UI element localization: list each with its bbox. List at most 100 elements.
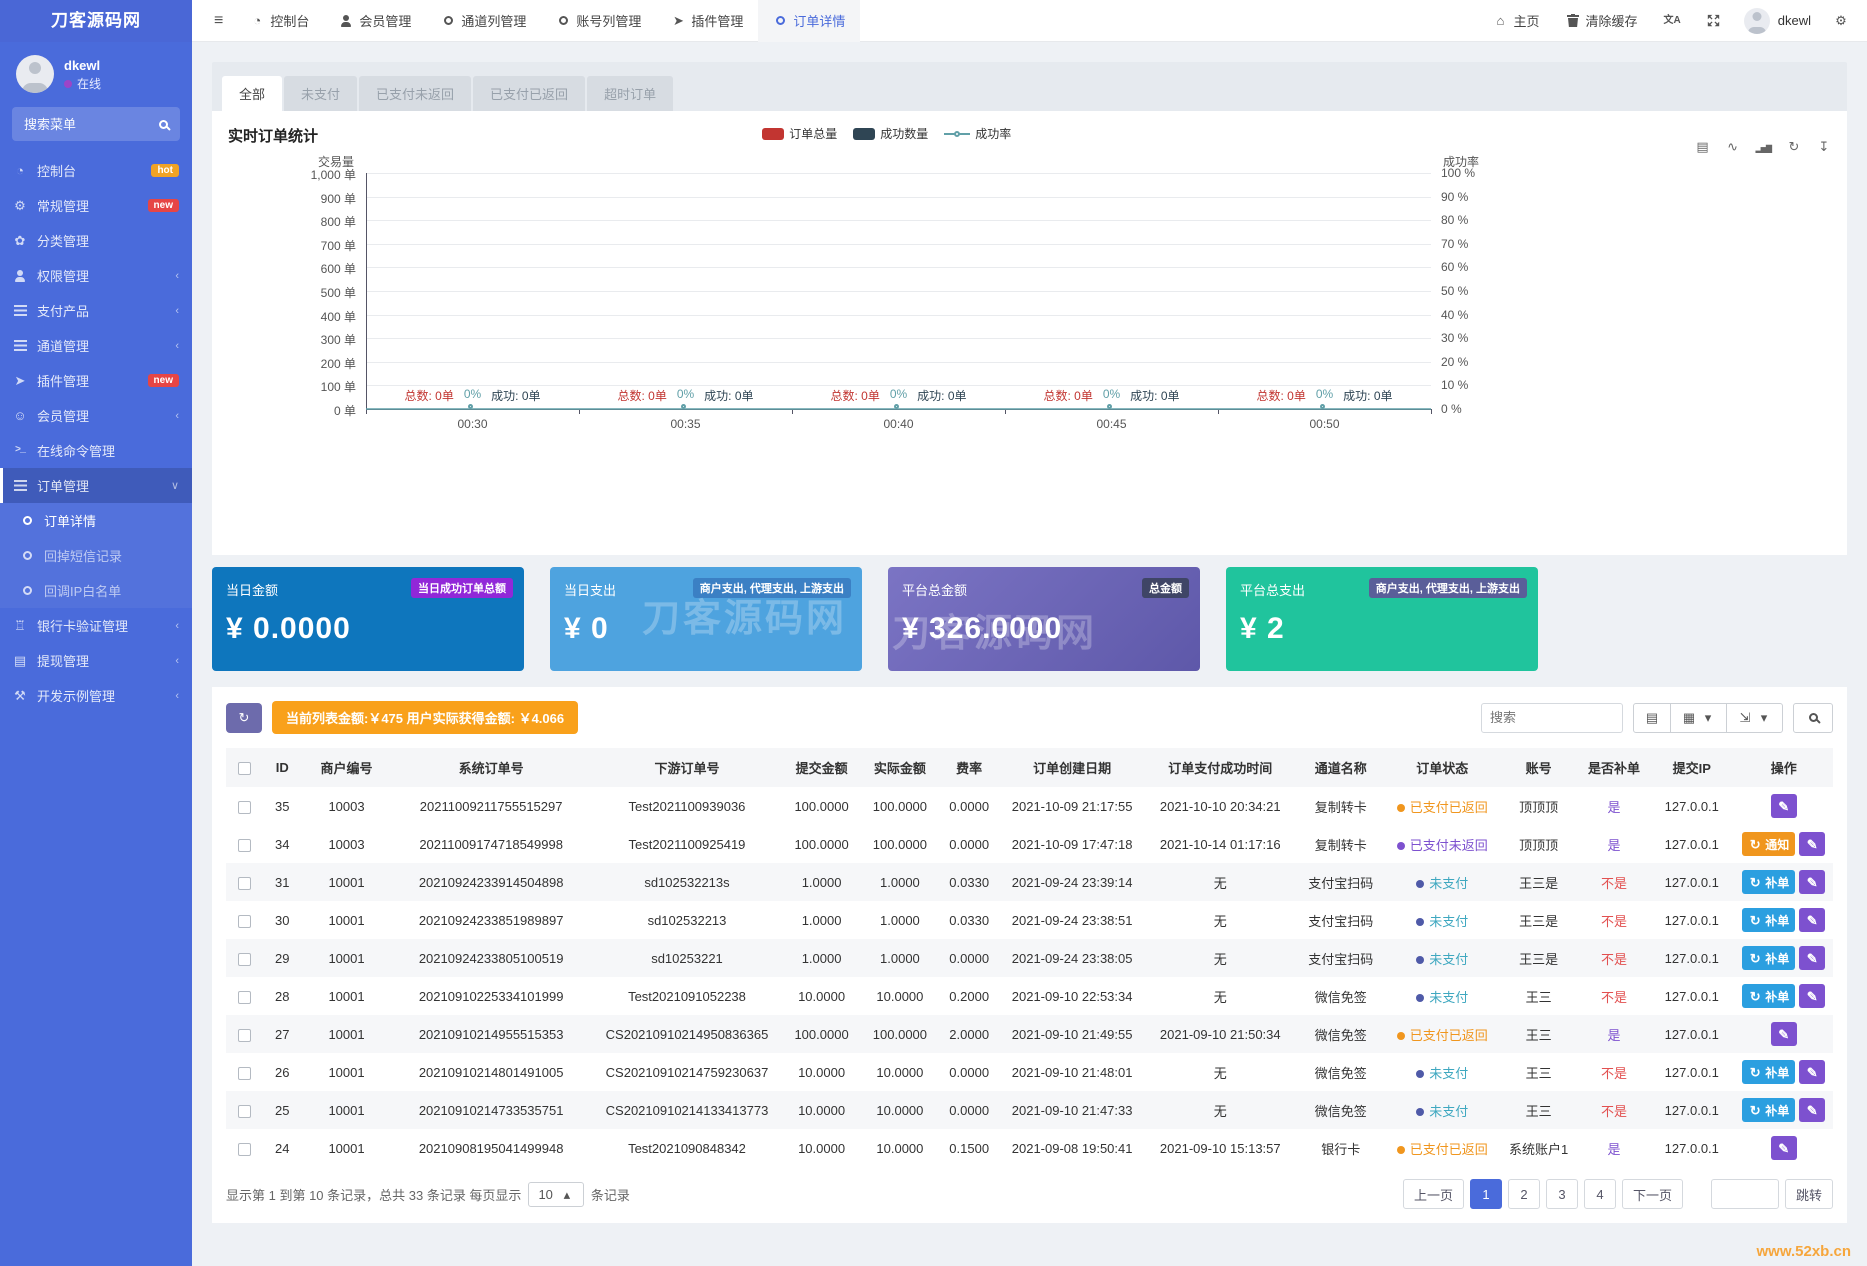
reissue-button[interactable]: ↻补单: [1742, 1060, 1795, 1084]
row-checkbox[interactable]: [238, 915, 251, 928]
edit-button[interactable]: ✎: [1799, 1060, 1825, 1084]
sidebar-item-回调IP白名单[interactable]: 回调IP白名单: [0, 573, 192, 608]
edit-button[interactable]: ✎: [1799, 832, 1825, 856]
pagination-next[interactable]: 下一页: [1622, 1179, 1683, 1209]
data-point-marker[interactable]: [681, 404, 686, 409]
data-point-marker[interactable]: [894, 404, 899, 409]
legend-item-成功数量[interactable]: 成功数量: [853, 125, 928, 142]
sidebar-item-开发示例管理[interactable]: ⚒开发示例管理‹: [0, 678, 192, 713]
legend-item-成功率[interactable]: 成功率: [944, 125, 1011, 142]
clear-cache-button[interactable]: 清除缓存: [1553, 0, 1651, 42]
notify-button[interactable]: ↻通知: [1742, 832, 1795, 856]
sidebar-item-支付产品[interactable]: 支付产品‹: [0, 293, 192, 328]
refresh-chart-button[interactable]: ↻: [1787, 139, 1801, 154]
topbar-item-账号列管理[interactable]: 账号列管理: [541, 0, 656, 42]
sidebar-item-控制台[interactable]: ◔控制台hot: [0, 153, 192, 188]
data-point-marker[interactable]: [468, 404, 473, 409]
download-chart-button[interactable]: ↧: [1817, 139, 1831, 154]
tab-全部[interactable]: 全部: [222, 76, 282, 111]
edit-button[interactable]: ✎: [1799, 946, 1825, 970]
row-checkbox[interactable]: [238, 801, 251, 814]
line-chart-button[interactable]: ∿: [1726, 139, 1740, 154]
stat-card-当日金额: 当日金额当日成功订单总额¥ 0.0000: [212, 567, 524, 671]
hamburger-icon[interactable]: ≡: [202, 12, 235, 30]
row-checkbox[interactable]: [238, 1143, 251, 1156]
sidebar-item-提现管理[interactable]: ▤提现管理‹: [0, 643, 192, 678]
edit-button[interactable]: ✎: [1799, 908, 1825, 932]
reissue-button[interactable]: ↻补单: [1742, 1098, 1795, 1122]
bar-chart-button[interactable]: ▂▅▇: [1756, 139, 1771, 154]
jump-page-input[interactable]: [1711, 1179, 1779, 1209]
reissue-button[interactable]: ↻补单: [1742, 870, 1795, 894]
row-checkbox[interactable]: [238, 953, 251, 966]
select-all-checkbox[interactable]: [238, 762, 251, 775]
sidebar-search-input[interactable]: [22, 116, 156, 133]
sidebar-item-会员管理[interactable]: ☺会员管理‹: [0, 398, 192, 433]
home-button[interactable]: ⌂ 主页: [1480, 0, 1552, 42]
settings-button[interactable]: ⚙: [1821, 0, 1861, 42]
row-checkbox[interactable]: [238, 1105, 251, 1118]
tab-已支付未返回[interactable]: 已支付未返回: [359, 76, 471, 111]
legend-item-订单总量[interactable]: 订单总量: [762, 125, 837, 142]
page-size-select[interactable]: 10 ▴: [528, 1182, 583, 1207]
topbar-item-会员管理[interactable]: 会员管理: [324, 0, 426, 42]
sidebar-item-订单管理[interactable]: 订单管理∨: [0, 468, 192, 503]
sidebar-item-权限管理[interactable]: 权限管理‹: [0, 258, 192, 293]
sidebar-item-通道管理[interactable]: 通道管理‹: [0, 328, 192, 363]
topbar-item-控制台[interactable]: ◔控制台: [235, 0, 324, 42]
data-point-marker[interactable]: [1107, 404, 1112, 409]
tab-已支付已返回[interactable]: 已支付已返回: [473, 76, 585, 111]
fullscreen-button[interactable]: [1694, 0, 1734, 42]
sidebar-item-在线命令管理[interactable]: >_在线命令管理: [0, 433, 192, 468]
row-checkbox[interactable]: [238, 1067, 251, 1080]
edit-button[interactable]: ✎: [1771, 794, 1797, 818]
reissue-button[interactable]: ↻补单: [1742, 908, 1795, 932]
table-search-input[interactable]: [1481, 703, 1623, 733]
translate-button[interactable]: 文A: [1651, 0, 1694, 42]
row-checkbox[interactable]: [238, 991, 251, 1004]
edit-button[interactable]: ✎: [1799, 870, 1825, 894]
pagination-page-2[interactable]: 2: [1508, 1179, 1540, 1209]
edit-button[interactable]: ✎: [1771, 1022, 1797, 1046]
sidebar-item-常规管理[interactable]: ⚙常规管理new: [0, 188, 192, 223]
sidebar-item-label: 常规管理: [37, 196, 89, 215]
toggle-pagination-button[interactable]: ▤: [1633, 703, 1671, 733]
export-button[interactable]: ⇲▾: [1726, 703, 1783, 733]
sidebar-item-回掉短信记录[interactable]: 回掉短信记录: [0, 538, 192, 573]
user-avatar[interactable]: [16, 55, 54, 93]
data-view-button[interactable]: ▤: [1696, 139, 1710, 154]
edit-button[interactable]: ✎: [1771, 1136, 1797, 1160]
topbar-item-插件管理[interactable]: ➤插件管理: [656, 0, 758, 42]
tab-超时订单[interactable]: 超时订单: [587, 76, 673, 111]
topbar-item-通道列管理[interactable]: 通道列管理: [426, 0, 541, 42]
sidebar-item-分类管理[interactable]: ✿分类管理: [0, 223, 192, 258]
data-point-marker[interactable]: [1320, 404, 1325, 409]
table-search-button[interactable]: [1793, 703, 1833, 733]
row-checkbox[interactable]: [238, 877, 251, 890]
sidebar-item-银行卡验证管理[interactable]: ♖银行卡验证管理‹: [0, 608, 192, 643]
pagination-page-3[interactable]: 3: [1546, 1179, 1578, 1209]
columns-button[interactable]: ▦▾: [1670, 703, 1727, 733]
tab-未支付[interactable]: 未支付: [284, 76, 357, 111]
pagination-prev[interactable]: 上一页: [1403, 1179, 1464, 1209]
row-checkbox[interactable]: [238, 1029, 251, 1042]
user-menu[interactable]: dkewl: [1734, 8, 1821, 34]
topbar-item-订单详情[interactable]: 订单详情: [758, 0, 860, 42]
pagination-page-1[interactable]: 1: [1470, 1179, 1502, 1209]
list-icon: [13, 340, 27, 351]
sidebar-item-订单详情[interactable]: 订单详情: [0, 503, 192, 538]
jump-button[interactable]: 跳转: [1785, 1179, 1833, 1209]
edit-button[interactable]: ✎: [1799, 1098, 1825, 1122]
reissue-button[interactable]: ↻补单: [1742, 946, 1795, 970]
users-icon: [13, 270, 27, 282]
sidebar-item-插件管理[interactable]: ➤插件管理new: [0, 363, 192, 398]
reissue-button[interactable]: ↻补单: [1742, 984, 1795, 1008]
refresh-table-button[interactable]: ↻: [226, 703, 262, 733]
user-circle-icon: ☺: [13, 409, 27, 422]
grid-icon: ▦: [1682, 711, 1696, 724]
row-checkbox[interactable]: [238, 839, 251, 852]
pagination-page-4[interactable]: 4: [1584, 1179, 1616, 1209]
table-row: 271000120210910214955515353CS20210910214…: [226, 1015, 1833, 1053]
reissue-label: 补单: [1765, 950, 1789, 967]
edit-button[interactable]: ✎: [1799, 984, 1825, 1008]
